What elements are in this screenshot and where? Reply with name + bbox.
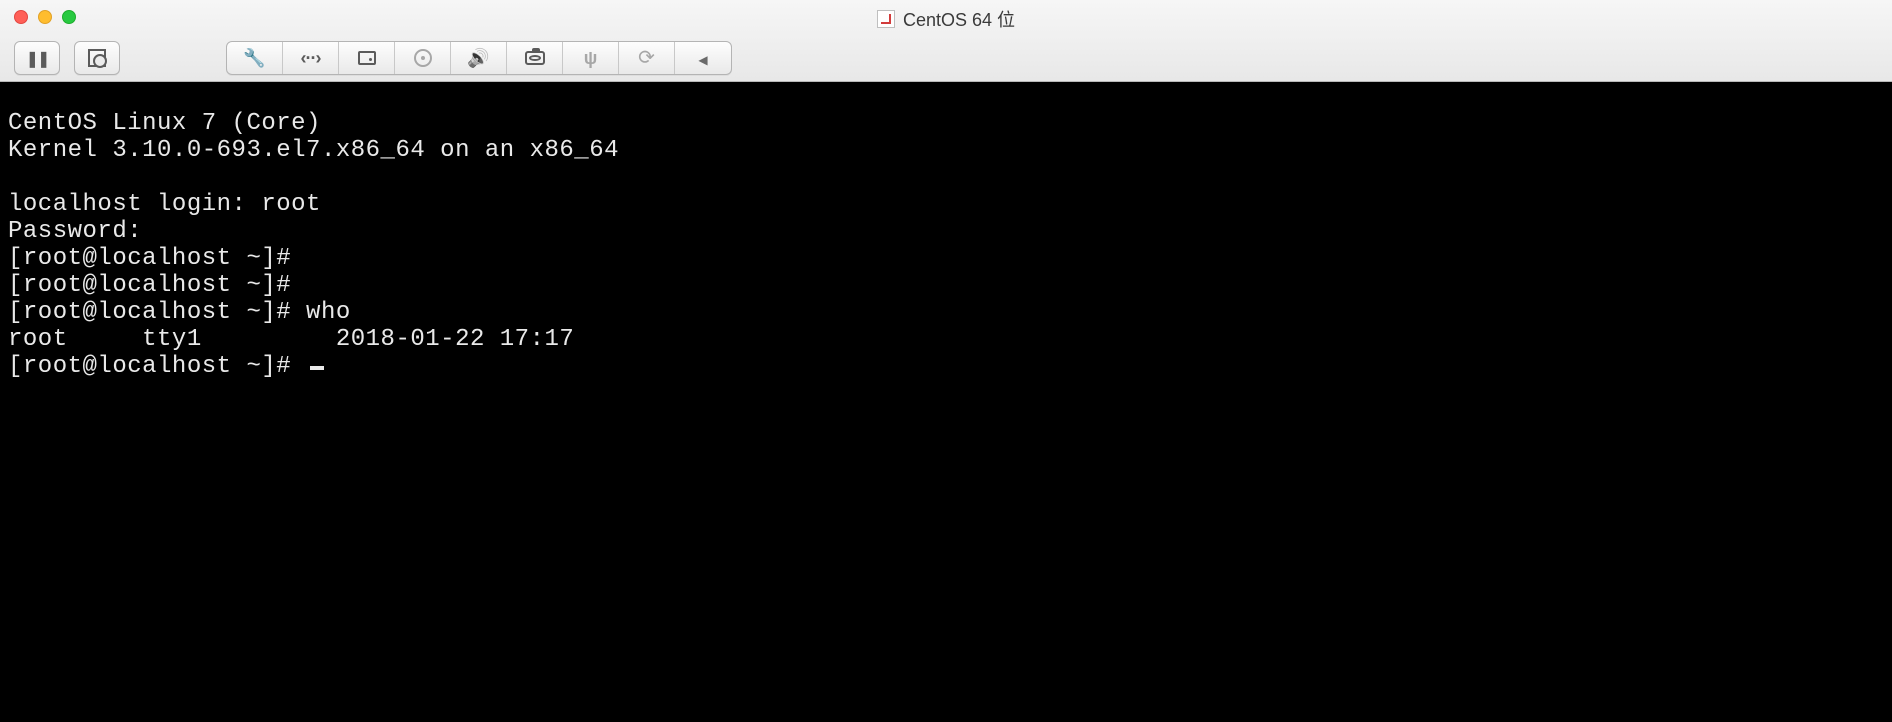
snapshot-icon bbox=[88, 49, 106, 67]
usb-button[interactable] bbox=[563, 42, 619, 74]
terminal-line: CentOS Linux 7 (Core) bbox=[8, 110, 321, 137]
camera-button[interactable] bbox=[507, 42, 563, 74]
usb-icon bbox=[584, 49, 598, 67]
cursor bbox=[310, 366, 324, 370]
device-toolbar bbox=[226, 41, 732, 75]
terminal-line: Kernel 3.10.0-693.el7.x86_64 on an x86_6… bbox=[8, 137, 619, 164]
optical-icon bbox=[414, 49, 432, 67]
terminal[interactable]: CentOS Linux 7 (Core) Kernel 3.10.0-693.… bbox=[0, 82, 1892, 722]
vm-icon bbox=[877, 10, 895, 28]
terminal-line: Password: bbox=[8, 218, 142, 245]
refresh-icon bbox=[638, 48, 655, 68]
terminal-line: root tty1 2018-01-22 17:17 bbox=[8, 326, 574, 353]
terminal-line: [root@localhost ~]# bbox=[8, 245, 291, 272]
camera-icon bbox=[525, 51, 545, 65]
window-title-text: CentOS 64 位 bbox=[903, 6, 1015, 32]
wrench-icon bbox=[243, 49, 265, 67]
optical-button[interactable] bbox=[395, 42, 451, 74]
terminal-prompt: [root@localhost ~]# bbox=[8, 353, 306, 380]
terminal-line: [root@localhost ~]# bbox=[8, 272, 291, 299]
window-title: CentOS 64 位 bbox=[0, 6, 1892, 32]
settings-button[interactable] bbox=[227, 42, 283, 74]
harddisk-button[interactable] bbox=[339, 42, 395, 74]
sound-icon bbox=[467, 49, 489, 67]
terminal-line: localhost login: root bbox=[8, 191, 321, 218]
terminal-line: [root@localhost ~]# who bbox=[8, 299, 351, 326]
pause-icon bbox=[26, 49, 49, 68]
back-icon bbox=[698, 49, 707, 67]
snapshot-button[interactable] bbox=[74, 41, 120, 75]
sound-button[interactable] bbox=[451, 42, 507, 74]
refresh-button[interactable] bbox=[619, 42, 675, 74]
toolbar bbox=[14, 41, 732, 75]
network-button[interactable] bbox=[283, 42, 339, 74]
pause-button[interactable] bbox=[14, 41, 60, 75]
titlebar: CentOS 64 位 bbox=[0, 0, 1892, 82]
network-icon bbox=[301, 49, 321, 67]
back-button[interactable] bbox=[675, 42, 731, 74]
harddisk-icon bbox=[358, 51, 376, 65]
